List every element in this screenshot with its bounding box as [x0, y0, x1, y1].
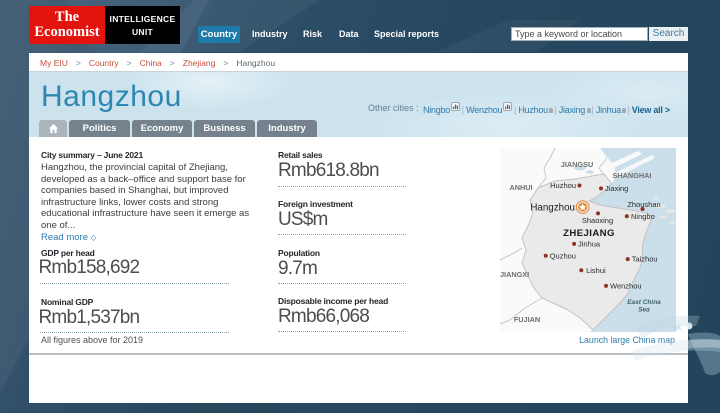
svg-text:JIANGXI: JIANGXI: [500, 270, 529, 279]
svg-text:Huzhou: Huzhou: [550, 181, 576, 190]
svg-text:ZHEJIANG: ZHEJIANG: [563, 228, 615, 239]
svg-text:SHANGHAI: SHANGHAI: [613, 171, 652, 180]
svg-text:Taizhou: Taizhou: [632, 255, 658, 264]
svg-text:Hangzhou: Hangzhou: [530, 203, 575, 214]
svg-text:Zhoushan: Zhoushan: [627, 200, 660, 209]
svg-text:Wenzhou: Wenzhou: [610, 282, 642, 291]
svg-text:Shaoxing: Shaoxing: [582, 216, 613, 225]
svg-text:ANHUI: ANHUI: [509, 183, 532, 192]
svg-text:FUJIAN: FUJIAN: [514, 315, 540, 324]
svg-text:Jiaxing: Jiaxing: [605, 184, 628, 193]
svg-text:Lishui: Lishui: [586, 266, 606, 275]
svg-text:JIANGSU: JIANGSU: [561, 160, 593, 169]
svg-text:Quzhou: Quzhou: [550, 251, 576, 260]
svg-text:Ningbo: Ningbo: [631, 212, 655, 221]
svg-text:Jinhua: Jinhua: [578, 240, 601, 249]
